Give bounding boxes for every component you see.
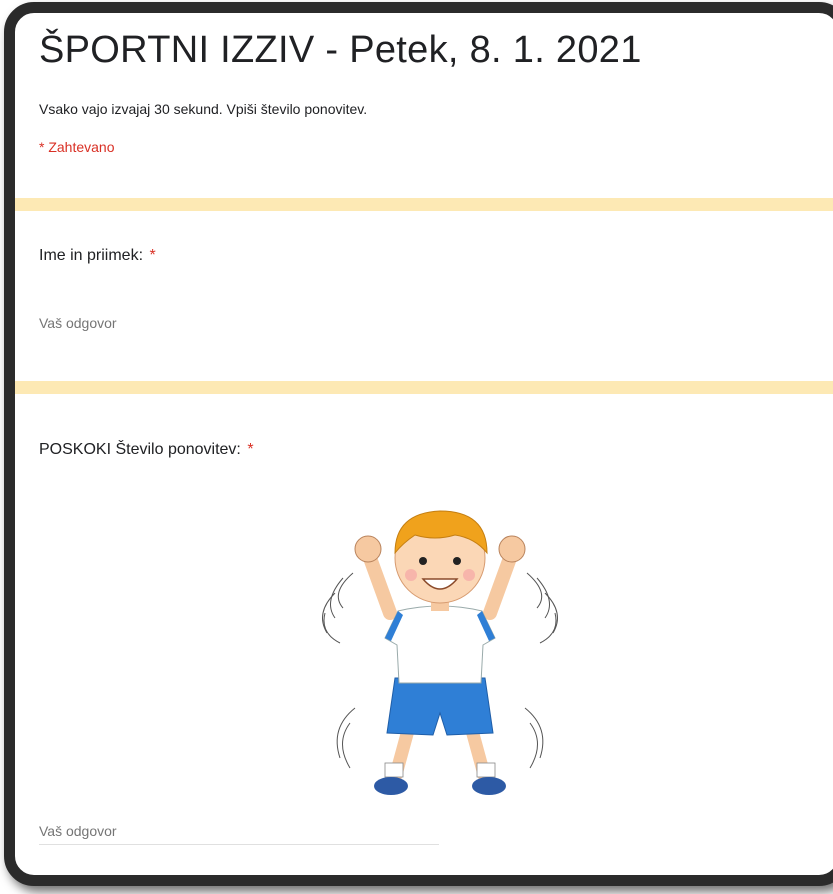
question-label-text: Ime in priimek: xyxy=(39,247,144,264)
form-window: ŠPORTNI IZZIV - Petek, 8. 1. 2021 Vsako … xyxy=(4,2,833,886)
required-star: * xyxy=(247,441,254,458)
required-note: * Zahtevano xyxy=(39,139,115,155)
required-star: * xyxy=(149,247,156,264)
jumps-answer-input[interactable] xyxy=(39,818,439,845)
question-label-jumps: POSKOKI Število ponovitev: * xyxy=(39,441,254,459)
form-description: Vsako vajo izvajaj 30 sekund. Vpiši štev… xyxy=(39,101,368,117)
question-label-text: POSKOKI Število ponovitev: xyxy=(39,441,241,458)
section-divider xyxy=(15,198,833,211)
name-answer-input[interactable] xyxy=(39,310,439,337)
form-title: ŠPORTNI IZZIV - Petek, 8. 1. 2021 xyxy=(39,29,642,71)
question-label-name: Ime in priimek: * xyxy=(39,247,156,265)
jumping-jack-boy-illustration xyxy=(322,510,558,795)
section-divider xyxy=(15,381,833,394)
